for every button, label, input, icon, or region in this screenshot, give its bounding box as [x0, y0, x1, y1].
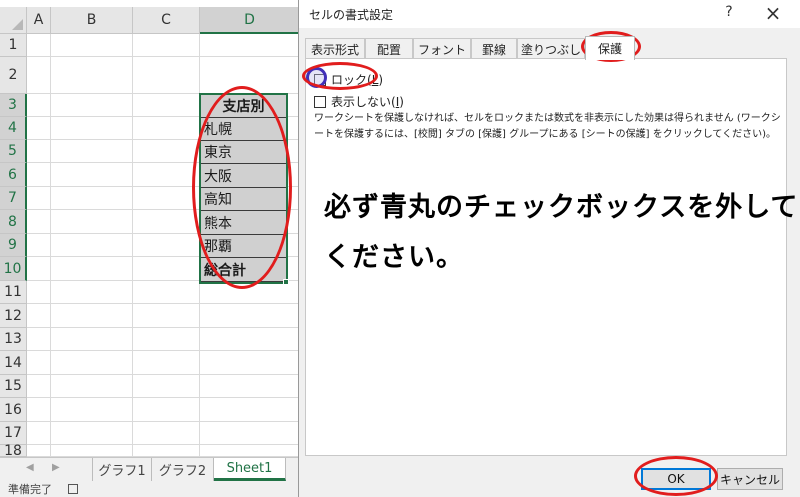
hidden-checkbox-row[interactable]: 表示しない(I) — [314, 93, 404, 110]
dialog-titlebar: セルの書式設定 ? × — [299, 0, 800, 28]
row-header-12[interactable]: 12 — [0, 304, 27, 328]
row-header-6[interactable]: 6 — [0, 163, 27, 187]
help-icon[interactable]: ? — [719, 4, 739, 20]
hidden-checkbox[interactable] — [314, 95, 326, 108]
excel-sheet: A B C D 1 2 3 4 5 6 7 8 9 10 11 12 13 14… — [0, 0, 300, 497]
row-header-9[interactable]: 9 — [0, 234, 27, 257]
format-cells-dialog: セルの書式設定 ? × 表示形式 配置 フォント 罫線 塗りつぶし 保護 ロック… — [298, 0, 800, 497]
status-bar: 準備完了 — [0, 481, 300, 497]
cell-d7[interactable]: 高知 — [200, 187, 287, 211]
cell-d3-header[interactable]: 支店別 — [200, 94, 287, 118]
tab-number-format[interactable]: 表示形式 — [305, 38, 365, 59]
instruction-line-2: ください。 — [324, 242, 464, 273]
hidden-label: 表示しない(I) — [331, 95, 404, 109]
row-header-18[interactable]: 18 — [0, 443, 27, 459]
sheet-tab-sheet1[interactable]: Sheet1 — [214, 458, 286, 481]
cell-d8[interactable]: 熊本 — [200, 210, 287, 235]
cell-d9[interactable]: 那覇 — [200, 234, 287, 258]
select-all-corner[interactable] — [0, 7, 27, 34]
column-header-a[interactable]: A — [27, 7, 51, 34]
row-header-10[interactable]: 10 — [0, 257, 27, 281]
tab-border[interactable]: 罫線 — [471, 38, 517, 59]
lock-checkbox[interactable] — [314, 73, 326, 86]
tab-scroll-right-icon[interactable]: ▶ — [52, 462, 60, 473]
tab-protection[interactable]: 保護 — [585, 36, 635, 60]
macro-record-icon[interactable] — [68, 484, 78, 494]
row-header-4[interactable]: 4 — [0, 117, 27, 140]
tab-fill[interactable]: 塗りつぶし — [517, 38, 585, 59]
fill-handle[interactable] — [283, 279, 289, 285]
dialog-tabs: 表示形式 配置 フォント 罫線 塗りつぶし 保護 — [305, 36, 795, 60]
instruction-line-1: 必ず青丸のチェックボックスを外して — [324, 192, 799, 223]
cancel-button[interactable]: キャンセル — [717, 468, 783, 490]
row-header-2[interactable]: 2 — [0, 57, 27, 94]
tab-scroll-left-icon[interactable]: ◀ — [26, 462, 34, 473]
dialog-title: セルの書式設定 — [309, 8, 394, 22]
status-text: 準備完了 — [8, 483, 52, 496]
lock-label: ロック(L) — [331, 73, 384, 87]
row-header-14[interactable]: 14 — [0, 351, 27, 375]
protection-panel: ロック(L) 表示しない(I) ワークシートを保護しなければ、セルをロックまたは… — [305, 58, 799, 456]
row-header-3[interactable]: 3 — [0, 94, 27, 117]
lock-checkbox-row[interactable]: ロック(L) — [314, 71, 383, 88]
sheet-tab-graph1[interactable]: グラフ1 — [92, 458, 152, 481]
ok-button[interactable]: OK — [641, 468, 711, 490]
cell-d6[interactable]: 大阪 — [200, 163, 287, 188]
column-header-d[interactable]: D — [200, 7, 300, 34]
row-header-5[interactable]: 5 — [0, 140, 27, 163]
tab-alignment[interactable]: 配置 — [365, 38, 413, 59]
row-header-1[interactable]: 1 — [0, 34, 27, 57]
row-header-7[interactable]: 7 — [0, 187, 27, 210]
row-header-8[interactable]: 8 — [0, 210, 27, 234]
tab-font[interactable]: フォント — [413, 38, 471, 59]
row-header-13[interactable]: 13 — [0, 328, 27, 351]
close-icon[interactable]: × — [761, 1, 785, 25]
row-header-15[interactable]: 15 — [0, 375, 27, 398]
sheet-tab-graph2[interactable]: グラフ2 — [152, 458, 214, 481]
cell-d10-total[interactable]: 総合計 — [200, 257, 287, 282]
column-header-c[interactable]: C — [133, 7, 200, 34]
sheet-tab-bar: ◀ ▶ グラフ1 グラフ2 Sheet1 — [0, 457, 300, 481]
column-header-b[interactable]: B — [51, 7, 133, 34]
cell-d5[interactable]: 東京 — [200, 140, 287, 164]
protection-note: ワークシートを保護しなければ、セルをロックまたは数式を非表示にした効果は得られま… — [314, 113, 781, 140]
row-header-16[interactable]: 16 — [0, 398, 27, 422]
row-header-11[interactable]: 11 — [0, 281, 27, 304]
cell-d4[interactable]: 札幌 — [200, 117, 287, 141]
